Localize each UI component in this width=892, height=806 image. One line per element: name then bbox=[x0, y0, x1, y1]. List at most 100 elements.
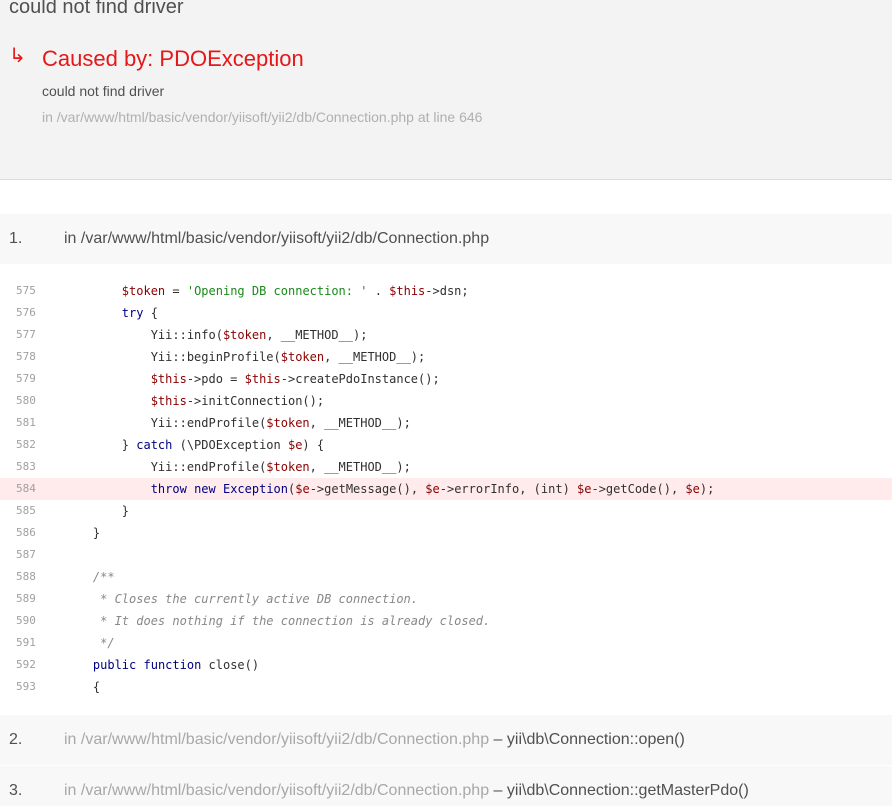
code-line: 585 } bbox=[0, 500, 892, 522]
stack-frame-label: in /var/www/html/basic/vendor/yiisoft/yi… bbox=[64, 782, 749, 800]
line-source: public function close() bbox=[64, 654, 259, 676]
code-text: ) { bbox=[302, 438, 325, 452]
line-number: 590 bbox=[16, 614, 36, 627]
code-variable: $token bbox=[280, 350, 325, 364]
code-text: ->pdo = bbox=[186, 372, 245, 386]
caused-by-message: could not find driver bbox=[42, 83, 165, 99]
stack-frame-2[interactable]: 2. in /var/www/html/basic/vendor/yiisoft… bbox=[0, 715, 892, 765]
stack-frame-path: in /var/www/html/basic/vendor/yiisoft/yi… bbox=[64, 230, 490, 247]
code-text: { bbox=[64, 680, 101, 694]
code-text: , __METHOD__); bbox=[266, 328, 368, 342]
line-number: 578 bbox=[16, 350, 36, 363]
stack-frame-label: in /var/www/html/basic/vendor/yiisoft/yi… bbox=[64, 230, 489, 248]
code-snippet: 575 $token = 'Opening DB connection: ' .… bbox=[0, 280, 892, 698]
line-source: Yii::beginProfile($token, __METHOD__); bbox=[64, 346, 426, 368]
stack-frame-number: 1. bbox=[9, 230, 23, 247]
code-line: 577 Yii::info($token, __METHOD__); bbox=[0, 324, 892, 346]
line-source: Yii::endProfile($token, __METHOD__); bbox=[64, 412, 411, 434]
code-variable: $token bbox=[121, 284, 166, 298]
code-variable: $this bbox=[389, 284, 426, 298]
code-text: ); bbox=[699, 482, 715, 496]
line-source: { bbox=[64, 676, 100, 698]
code-comment: */ bbox=[100, 636, 115, 650]
stack-frame-separator: – bbox=[493, 782, 503, 799]
code-line: 588 /** bbox=[0, 566, 892, 588]
code-keyword: try bbox=[121, 306, 144, 320]
stack-frame-path: in /var/www/html/basic/vendor/yiisoft/yi… bbox=[64, 731, 490, 748]
page-title: could not find driver bbox=[9, 0, 184, 18]
code-variable: $e bbox=[577, 482, 592, 496]
code-text: Yii::endProfile( bbox=[64, 460, 267, 474]
code-line: 589 * Closes the currently active DB con… bbox=[0, 588, 892, 610]
code-text: ->getCode(), bbox=[591, 482, 686, 496]
code-line: 581 Yii::endProfile($token, __METHOD__); bbox=[0, 412, 892, 434]
code-text: } bbox=[64, 526, 101, 540]
code-variable: $e bbox=[295, 482, 310, 496]
code-variable: $e bbox=[685, 482, 700, 496]
line-source: } catch (\PDOException $e) { bbox=[64, 434, 324, 456]
stack-frame-number: 3. bbox=[9, 782, 23, 799]
line-number: 581 bbox=[16, 416, 36, 429]
stack-frame-1[interactable]: 1. in /var/www/html/basic/vendor/yiisoft… bbox=[0, 214, 892, 264]
code-line: 593 { bbox=[0, 676, 892, 698]
line-number: 576 bbox=[16, 306, 36, 319]
exception-header: could not find driver ↳ Caused by: PDOEx… bbox=[0, 0, 892, 180]
code-variable: $e bbox=[425, 482, 440, 496]
stack-frame-3[interactable]: 3. in /var/www/html/basic/vendor/yiisoft… bbox=[0, 766, 892, 806]
code-line: 580 $this->initConnection(); bbox=[0, 390, 892, 412]
code-variable: $token bbox=[222, 328, 267, 342]
line-source: Yii::endProfile($token, __METHOD__); bbox=[64, 456, 411, 478]
line-number: 579 bbox=[16, 372, 36, 385]
line-source: $this->initConnection(); bbox=[64, 390, 324, 412]
code-text: ->initConnection(); bbox=[186, 394, 325, 408]
line-source: } bbox=[64, 500, 129, 522]
line-number: 582 bbox=[16, 438, 36, 451]
code-line: 583 Yii::endProfile($token, __METHOD__); bbox=[0, 456, 892, 478]
code-variable: $token bbox=[266, 460, 310, 474]
line-number: 591 bbox=[16, 636, 36, 649]
line-number: 592 bbox=[16, 658, 36, 671]
code-keyword: throw bbox=[150, 482, 187, 496]
code-text: . bbox=[367, 284, 390, 298]
line-number: 584 bbox=[16, 482, 36, 495]
code-comment: * It does nothing if the connection is a… bbox=[100, 614, 491, 628]
code-text: (\PDOException bbox=[172, 438, 288, 452]
stack-frame-method: yii\db\Connection::getMasterPdo() bbox=[506, 782, 749, 799]
code-line: 575 $token = 'Opening DB connection: ' .… bbox=[0, 280, 892, 302]
code-text: close() bbox=[201, 658, 260, 672]
code-text: } bbox=[64, 438, 137, 452]
code-line: 582 } catch (\PDOException $e) { bbox=[0, 434, 892, 456]
line-number: 589 bbox=[16, 592, 36, 605]
code-line: 576 try { bbox=[0, 302, 892, 324]
code-text: , __METHOD__); bbox=[309, 416, 411, 430]
line-source: throw new Exception($e->getMessage(), $e… bbox=[64, 478, 715, 500]
code-variable: $e bbox=[287, 438, 303, 452]
code-variable: $this bbox=[150, 394, 187, 408]
code-line: 591 */ bbox=[0, 632, 892, 654]
line-source: $this->pdo = $this->createPdoInstance(); bbox=[64, 368, 440, 390]
caused-by-location: in /var/www/html/basic/vendor/yiisoft/yi… bbox=[42, 109, 483, 125]
code-text: = bbox=[165, 284, 187, 298]
line-source: Yii::info($token, __METHOD__); bbox=[64, 324, 368, 346]
code-text: Yii::endProfile( bbox=[64, 416, 267, 430]
code-line: 587 bbox=[0, 544, 892, 566]
code-variable: $this bbox=[150, 372, 187, 386]
code-text: ->dsn; bbox=[425, 284, 469, 298]
stack-frame-number: 2. bbox=[9, 731, 23, 748]
line-source: try { bbox=[64, 302, 158, 324]
code-string: 'Opening DB connection: ' bbox=[186, 284, 368, 298]
code-text: ->createPdoInstance(); bbox=[280, 372, 440, 386]
code-text: ->errorInfo, (int) bbox=[439, 482, 578, 496]
code-keyword: catch bbox=[136, 438, 173, 452]
line-source: /** bbox=[64, 566, 115, 588]
code-text: , __METHOD__); bbox=[324, 350, 426, 364]
